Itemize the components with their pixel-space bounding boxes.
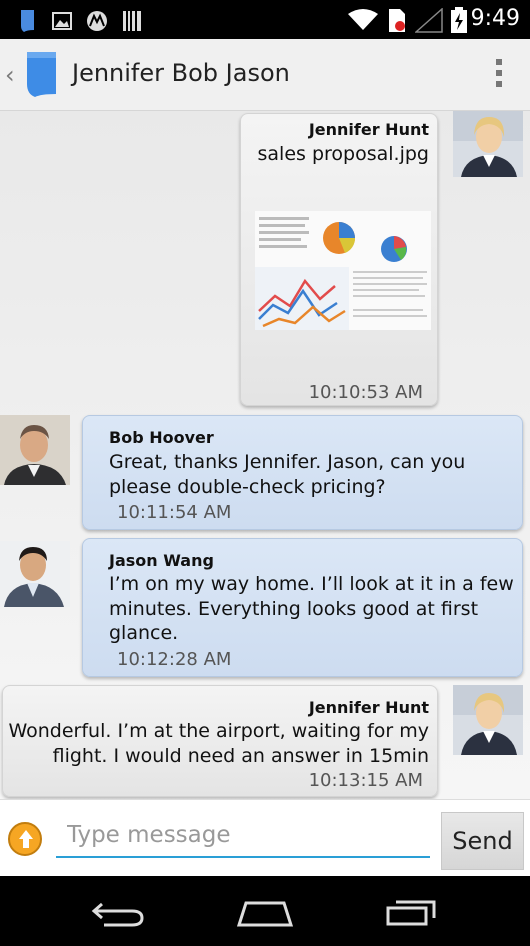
message-bubble[interactable]: Jennifer Hunt sales proposal.jpg 10:10:5…	[240, 113, 438, 406]
avatar-bob-hoover[interactable]	[0, 415, 70, 485]
back-icon[interactable]	[90, 898, 146, 928]
sender-name: Jason Wang	[109, 551, 214, 570]
attachment-thumbnail[interactable]	[255, 211, 431, 330]
message-text-line: Great, thanks Jennifer. Jason, can you	[109, 451, 466, 473]
message-text-line: Wonderful. I’m at the airport, waiting f…	[8, 720, 429, 742]
message-input[interactable]	[56, 814, 430, 858]
barcode-icon	[123, 11, 141, 31]
composer: Send	[0, 799, 530, 876]
message-text-line: minutes. Everything looks good at first	[109, 598, 479, 620]
message-bubble[interactable]: Jason Wang I’m on my way home. I’ll look…	[82, 538, 523, 677]
avatar-jennifer-hunt[interactable]	[453, 685, 523, 755]
avatar-jason-wang[interactable]	[0, 541, 70, 611]
up-chevron-icon[interactable]: ‹	[5, 61, 15, 89]
avatar-jennifer-hunt[interactable]	[453, 111, 523, 181]
no-sim-icon	[389, 9, 405, 32]
wifi-icon	[348, 9, 378, 30]
sender-name: Jennifer Hunt	[308, 698, 429, 717]
message-text-line: please double-check pricing?	[109, 476, 386, 498]
app-logo[interactable]	[23, 50, 59, 98]
signal-icon	[415, 8, 443, 33]
send-button[interactable]: Send	[441, 812, 524, 870]
gallery-icon	[52, 12, 72, 30]
clock: 9:49	[470, 6, 520, 31]
message-text-line: flight. I would need an answer in 15min	[52, 745, 429, 767]
action-bar: ‹ Jennifer Bob Jason	[0, 39, 530, 111]
message-timestamp: 10:12:28 AM	[117, 649, 232, 670]
message-bubble[interactable]: Bob Hoover Great, thanks Jennifer. Jason…	[82, 415, 523, 530]
sender-name: Bob Hoover	[109, 428, 214, 447]
upload-arrow-icon[interactable]	[8, 822, 42, 856]
status-bar: 9:49	[0, 0, 530, 39]
message-bubble[interactable]: Jennifer Hunt Wonderful. I’m at the airp…	[2, 685, 438, 797]
home-icon[interactable]	[236, 898, 294, 928]
message-timestamp: 10:13:15 AM	[308, 770, 423, 791]
motorola-icon	[87, 11, 107, 31]
message-timestamp: 10:10:53 AM	[308, 382, 423, 403]
message-text-line: I’m on my way home. I’ll look at it in a…	[109, 573, 514, 595]
message-text-line: glance.	[109, 622, 179, 644]
sender-name: Jennifer Hunt	[308, 120, 429, 139]
message-timestamp: 10:11:54 AM	[117, 502, 232, 523]
message-list[interactable]: Jennifer Hunt sales proposal.jpg 10:10:5…	[0, 111, 530, 799]
attachment-filename[interactable]: sales proposal.jpg	[258, 142, 429, 166]
recents-icon[interactable]	[386, 896, 440, 928]
navigation-bar	[0, 876, 530, 946]
app-icon	[21, 10, 34, 32]
conversation-title: Jennifer Bob Jason	[72, 59, 290, 87]
battery-icon	[451, 7, 467, 33]
overflow-menu-icon[interactable]	[496, 59, 502, 92]
